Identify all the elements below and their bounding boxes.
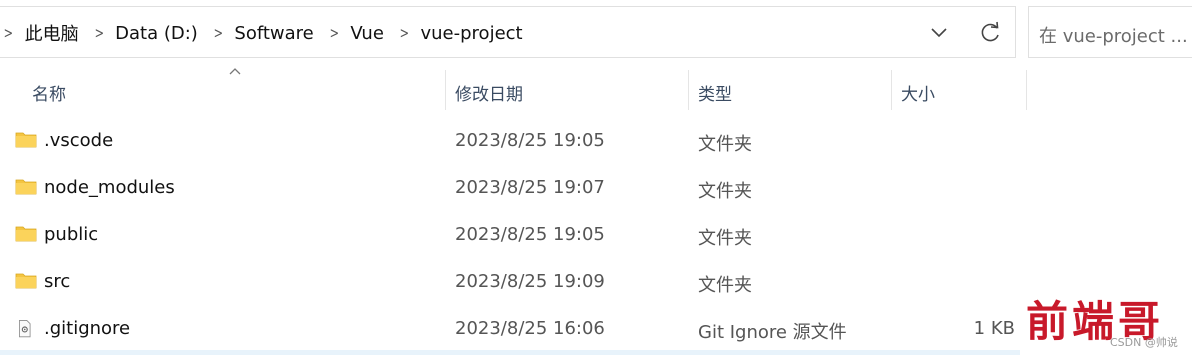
chevron-right-icon[interactable]: >: [329, 24, 338, 42]
breadcrumb-item-vue[interactable]: Vue: [350, 23, 384, 44]
chevron-right-icon[interactable]: >: [213, 24, 222, 42]
file-modified: 2023/8/25 19:09: [455, 271, 605, 292]
column-divider[interactable]: [1026, 70, 1027, 110]
column-header-size[interactable]: 大小: [901, 80, 935, 105]
gear-file-icon: [19, 320, 31, 338]
file-modified: 2023/8/25 19:05: [455, 224, 605, 245]
breadcrumb-item-drive[interactable]: Data (D:): [115, 23, 198, 44]
file-type: 文件夹: [698, 134, 752, 155]
file-row[interactable]: node_modules 2023/8/25 19:07 文件夹: [0, 164, 1020, 211]
column-header-name[interactable]: 名称: [32, 80, 66, 105]
folder-icon: [15, 179, 37, 195]
file-name[interactable]: .vscode: [44, 130, 113, 151]
file-name[interactable]: src: [44, 271, 70, 292]
file-modified: 2023/8/25 16:06: [455, 318, 605, 339]
file-type: 文件夹: [698, 181, 752, 202]
column-divider[interactable]: [688, 70, 689, 110]
file-row[interactable]: src 2023/8/25 19:09 文件夹: [0, 258, 1020, 305]
file-type: 文件夹: [698, 275, 752, 296]
column-header-modified[interactable]: 修改日期: [455, 80, 523, 105]
address-bar[interactable]: > 此电脑 > Data (D:) > Software > Vue > vue…: [0, 6, 1016, 58]
file-type: Git Ignore 源文件: [698, 322, 847, 343]
file-row[interactable]: .gitignore 2023/8/25 16:06 Git Ignore 源文…: [0, 305, 1020, 352]
chevron-right-icon[interactable]: >: [94, 24, 103, 42]
column-divider[interactable]: [445, 70, 446, 110]
search-placeholder: 在 vue-project ...: [1039, 26, 1188, 47]
breadcrumb-item-software[interactable]: Software: [234, 23, 313, 44]
search-input[interactable]: 在 vue-project ...: [1028, 6, 1192, 58]
file-size: 1 KB: [973, 318, 1015, 339]
file-name[interactable]: .gitignore: [44, 318, 130, 339]
column-divider[interactable]: [891, 70, 892, 110]
file-row[interactable]: .vscode 2023/8/25 19:05 文件夹: [0, 117, 1020, 164]
selection-highlight: [0, 350, 1020, 355]
breadcrumb: > 此电脑 > Data (D:) > Software > Vue > vue…: [0, 7, 523, 59]
watermark-credit: CSDN @帅说: [1110, 336, 1178, 349]
breadcrumb-item-this-pc[interactable]: 此电脑: [25, 20, 79, 46]
chevron-down-icon[interactable]: [926, 21, 952, 45]
file-name[interactable]: node_modules: [44, 177, 175, 198]
chevron-right-icon[interactable]: >: [399, 24, 408, 42]
file-row[interactable]: public 2023/8/25 19:05 文件夹: [0, 211, 1020, 258]
file-type: 文件夹: [698, 228, 752, 249]
breadcrumb-item-vue-project[interactable]: vue-project: [421, 23, 523, 44]
folder-icon: [15, 273, 37, 289]
column-header-type[interactable]: 类型: [698, 80, 732, 105]
file-name[interactable]: public: [44, 224, 98, 245]
refresh-icon[interactable]: [977, 20, 1003, 46]
folder-icon: [15, 132, 37, 148]
file-modified: 2023/8/25 19:05: [455, 130, 605, 151]
folder-icon: [15, 226, 37, 242]
sort-ascending-icon: [229, 68, 241, 75]
chevron-right-icon[interactable]: >: [4, 24, 13, 42]
file-modified: 2023/8/25 19:07: [455, 177, 605, 198]
